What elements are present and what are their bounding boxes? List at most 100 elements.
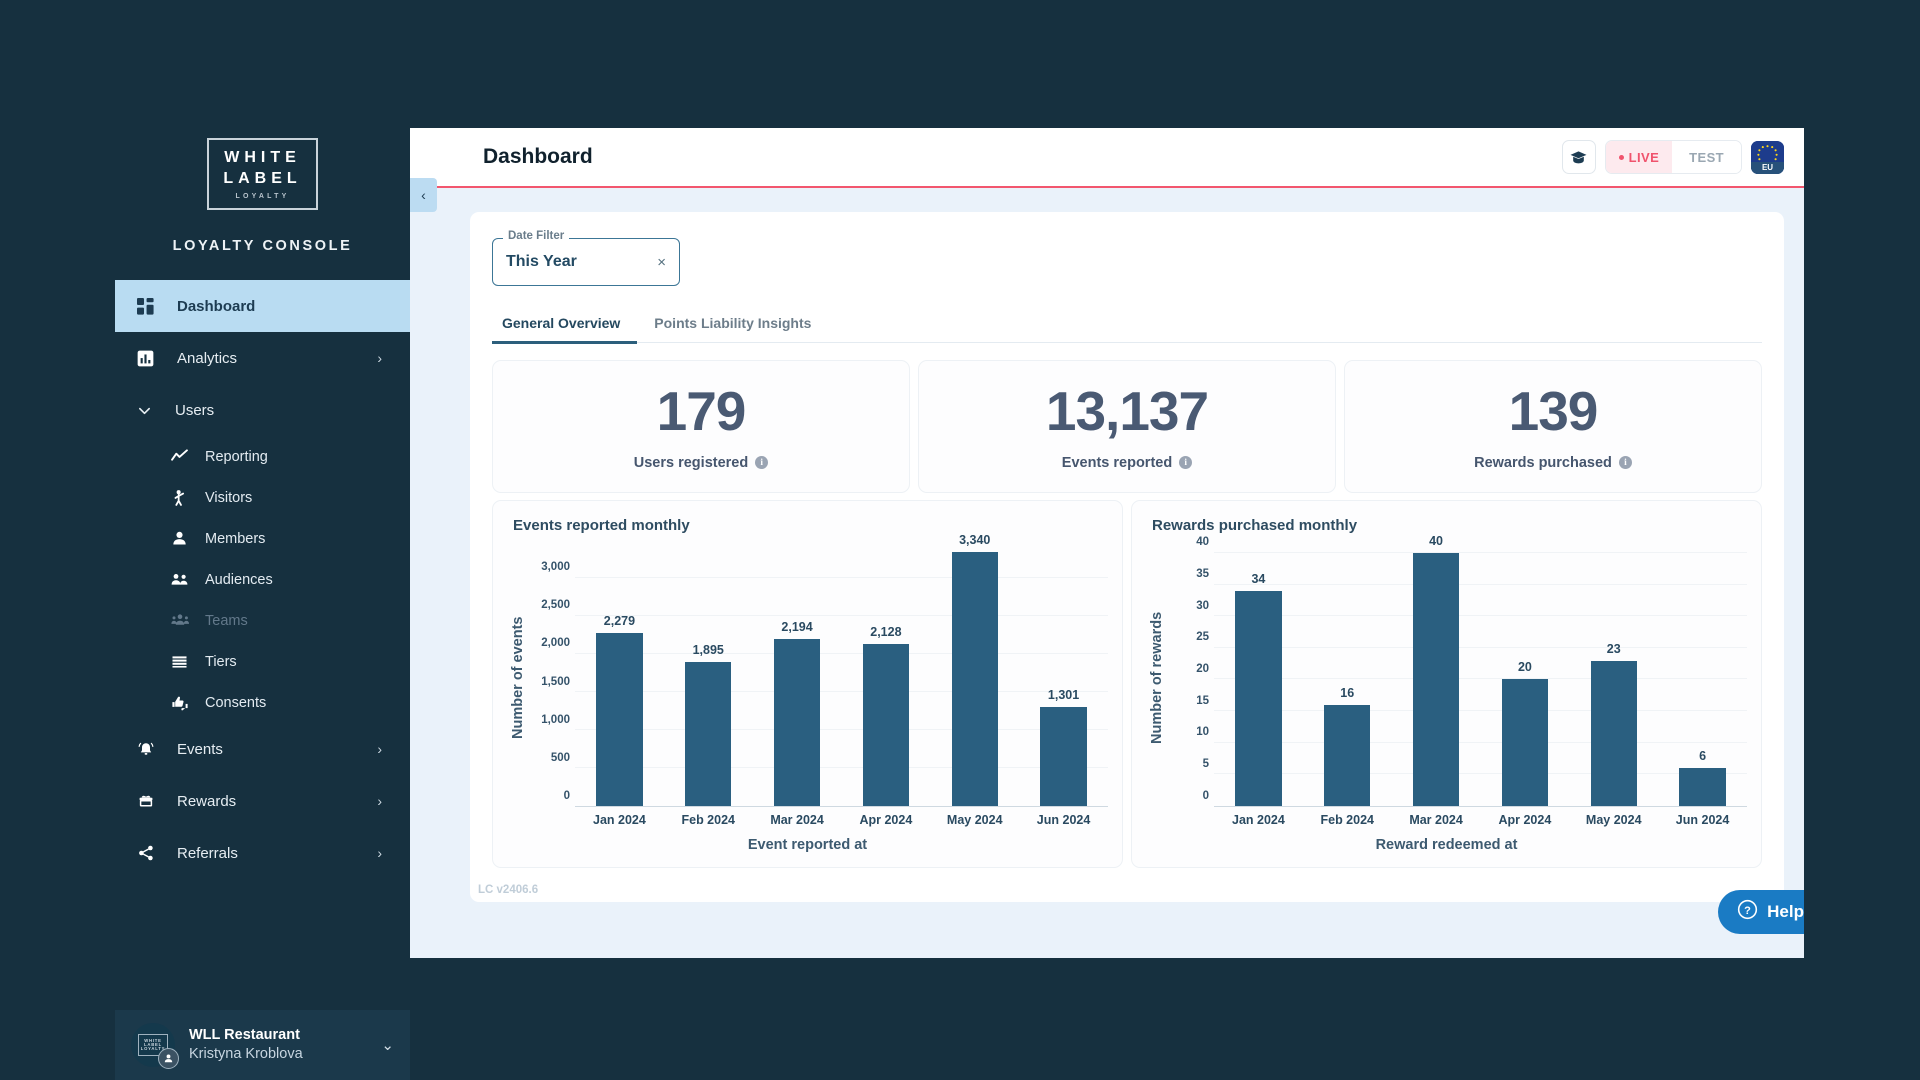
sidebar-item-label: Users — [175, 401, 215, 419]
brand-line-1: WHITE — [224, 149, 301, 166]
dashboard-tabs: General Overview Points Liability Insigh… — [492, 315, 1762, 344]
region-label: EU — [1751, 161, 1784, 174]
env-live-button[interactable]: LIVE — [1605, 141, 1673, 173]
kpi-label: Users registered i — [634, 455, 769, 471]
date-filter-select[interactable]: Date Filter This Year × — [492, 230, 680, 286]
kpi-label-text: Rewards purchased — [1474, 454, 1612, 471]
brand-logo: WHITE LABEL LOYALTY — [115, 0, 410, 210]
sidebar-item-events[interactable]: Events › — [115, 723, 410, 775]
bar-series: 2,279 1,895 2,194 2,128 3,340 1,301 — [575, 533, 1108, 806]
sidebar-profile[interactable]: WHITE LABEL LOYALTY WLL Restaurant Krist… — [115, 1010, 410, 1080]
clear-filter-icon[interactable]: × — [657, 254, 666, 271]
kpi-label-text: Events reported — [1061, 454, 1173, 471]
x-axis-spacer — [1146, 813, 1214, 827]
bar[interactable] — [1040, 707, 1087, 806]
env-test-label: TEST — [1689, 149, 1724, 165]
chevron-down-icon[interactable]: ⌄ — [381, 1036, 394, 1054]
graduation-cap-icon[interactable] — [1561, 140, 1596, 174]
sidebar-item-referrals[interactable]: Referrals › — [115, 827, 410, 879]
page-content: Date Filter This Year × General Overview… — [410, 188, 1804, 958]
bar[interactable] — [951, 552, 998, 806]
help-button[interactable]: ? Help — [1718, 890, 1804, 934]
layers-lines-icon — [171, 653, 199, 670]
chevron-right-icon: › — [377, 741, 382, 757]
y-tick-label: 20 — [1196, 662, 1209, 675]
x-tick-label: Jun 2024 — [1036, 812, 1091, 827]
dashboard-panel: Date Filter This Year × General Overview… — [470, 212, 1784, 902]
gift-icon — [137, 792, 167, 810]
x-tick-label: Jun 2024 — [1675, 812, 1730, 827]
bar[interactable] — [862, 644, 909, 806]
y-tick-label: 10 — [1196, 726, 1209, 739]
avatar-person-badge-icon — [158, 1048, 179, 1069]
env-test-button[interactable]: TEST — [1672, 141, 1741, 173]
sidebar-item-reporting[interactable]: Reporting — [115, 436, 410, 477]
bar-series: 34 16 40 20 23 6 — [1214, 534, 1747, 806]
person-icon — [171, 530, 199, 547]
x-tick-label: Jan 2024 — [593, 812, 646, 827]
kpi-value: 13,137 — [1045, 380, 1209, 442]
sidebar-item-tiers[interactable]: Tiers — [115, 641, 410, 682]
y-tick-label: 1,000 — [541, 713, 570, 726]
sidebar: WHITE LABEL LOYALTY LOYALTY CONSOLE Dash… — [115, 0, 410, 960]
plot-area: 2,279 1,895 2,194 2,128 3,340 1,301 — [575, 533, 1108, 807]
env-live-label: LIVE — [1628, 149, 1660, 165]
y-tick-label: 40 — [1196, 536, 1209, 549]
region-eu-flag-icon[interactable]: EU — [1751, 140, 1784, 174]
brand-line-3: LOYALTY — [235, 193, 290, 200]
y-axis-title: Number of events — [510, 616, 526, 739]
tab-general-overview[interactable]: General Overview — [492, 315, 638, 344]
help-label: Help — [1767, 902, 1804, 921]
visitor-person-icon — [171, 489, 199, 506]
teams-icon — [171, 612, 199, 629]
y-tick-label: 5 — [1202, 758, 1209, 771]
info-icon[interactable]: i — [1618, 456, 1632, 470]
bar[interactable] — [1324, 704, 1371, 806]
bar-value-label: 1,301 — [1047, 688, 1080, 703]
sidebar-item-teams[interactable]: Teams — [115, 600, 410, 641]
chart-title: Rewards purchased monthly — [1152, 516, 1358, 534]
chart-card-rewards-purchased-monthly: Rewards purchased monthly Number of rewa… — [1131, 499, 1762, 868]
screen: WHITE LABEL LOYALTY LOYALTY CONSOLE Dash… — [0, 0, 1920, 1080]
sidebar-item-members[interactable]: Members — [115, 518, 410, 559]
y-tick-label: 15 — [1196, 694, 1209, 707]
bar[interactable] — [596, 632, 643, 806]
bar[interactable] — [1412, 553, 1460, 806]
bar[interactable] — [685, 662, 732, 806]
date-filter-value: This Year — [506, 253, 577, 270]
sidebar-item-users[interactable]: Users — [115, 384, 410, 436]
x-tick-label: Feb 2024 — [681, 812, 735, 827]
sidebar-collapse-button[interactable]: ‹ — [410, 178, 437, 212]
profile-text: WLL Restaurant Kristyna Kroblova — [189, 1026, 303, 1064]
x-tick-label: Mar 2024 — [770, 812, 824, 827]
sidebar-item-visitors[interactable]: Visitors — [115, 477, 410, 518]
sidebar-item-consents[interactable]: Consents — [115, 682, 410, 723]
sidebar-item-analytics[interactable]: Analytics › — [115, 332, 410, 384]
app-viewport: Dashboard LIVE TEST EU Date Filter This … — [410, 128, 1804, 958]
bar[interactable] — [773, 639, 821, 806]
x-tick-label: Apr 2024 — [859, 812, 913, 827]
environment-toggle: LIVE TEST — [1604, 140, 1742, 174]
dashboard-grid-icon — [137, 297, 167, 315]
kpi-card-events-reported: 13,137 Events reported i — [918, 360, 1336, 493]
bar[interactable] — [1590, 660, 1637, 806]
date-filter-legend: Date Filter — [503, 230, 570, 242]
bar-value-label: 34 — [1251, 572, 1266, 587]
sidebar-nav: Dashboard Analytics › Users Reporting Vi… — [115, 280, 410, 879]
bar[interactable] — [1679, 767, 1726, 806]
info-icon[interactable]: i — [755, 456, 769, 470]
bar[interactable] — [1501, 679, 1548, 806]
tab-points-liability-insights[interactable]: Points Liability Insights — [637, 315, 828, 342]
bar-slot: 34 — [1214, 542, 1303, 806]
sidebar-item-audiences[interactable]: Audiences — [115, 559, 410, 600]
sidebar-item-rewards[interactable]: Rewards › — [115, 775, 410, 827]
sidebar-item-label: Dashboard — [177, 297, 256, 315]
sidebar-item-label: Analytics — [177, 349, 238, 367]
bar-value-label: 2,194 — [781, 620, 813, 635]
info-icon[interactable]: i — [1179, 456, 1193, 470]
thumbs-up-down-icon — [171, 694, 199, 711]
bar-slot: 20 — [1480, 542, 1569, 806]
share-icon — [137, 844, 167, 862]
sidebar-item-dashboard[interactable]: Dashboard — [115, 280, 410, 332]
bar[interactable] — [1235, 591, 1282, 806]
